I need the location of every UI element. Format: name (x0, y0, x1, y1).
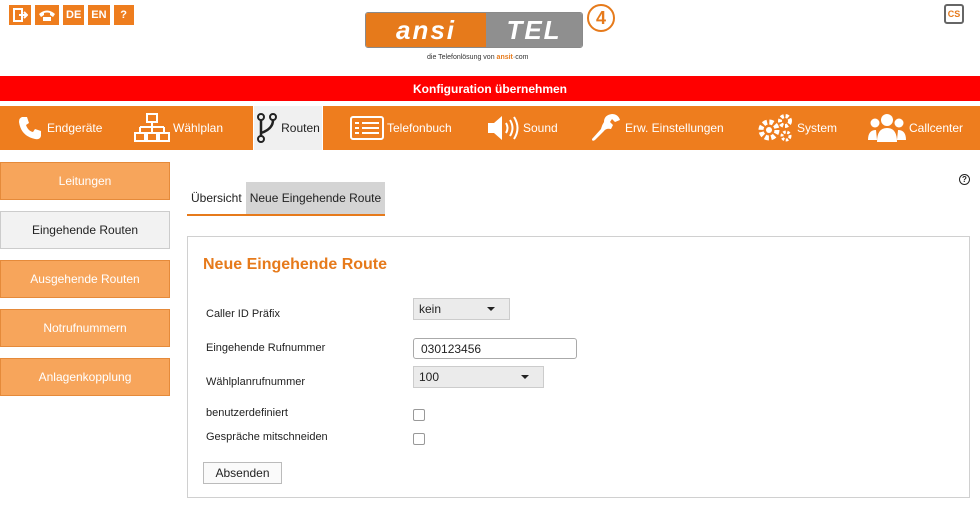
logo-tel: TEL (486, 13, 582, 47)
sidebar-item-ausgehende-routen[interactable]: Ausgehende Routen (0, 260, 170, 298)
sidebar-item-notrufnummern[interactable]: Notrufnummern (0, 309, 170, 347)
logo-version: 4 (587, 4, 615, 32)
nav-label: System (797, 121, 838, 135)
logo-tagline-prefix: die Telefonlösung von (427, 54, 495, 61)
route-form: Neue Eingehende Route Caller ID Präfix k… (187, 236, 970, 498)
cs-icon[interactable]: CS (944, 4, 964, 24)
speaker-icon (488, 116, 519, 140)
record-label: Gespräche mitschneiden (206, 431, 328, 443)
ansitel-logo: ansi TEL 4 die Telefonlösung von ansit·c… (365, 2, 625, 68)
users-icon (868, 114, 906, 142)
nav-item-erw-einstellungen[interactable]: Erw. Einstellungen (590, 106, 724, 150)
nav-item-telefonbuch[interactable]: Telefonbuch (350, 106, 452, 150)
custom-label: benutzerdefiniert (206, 407, 288, 419)
nav-item-sound[interactable]: Sound (486, 106, 558, 150)
gears-icon (758, 114, 792, 142)
logout-icon[interactable] (9, 5, 31, 25)
dialplan-select[interactable]: 100 (413, 366, 544, 388)
main-nav: Endgeräte Wählplan Routen Telefonbuch So… (0, 106, 980, 150)
tab-uebersicht[interactable]: Übersicht (187, 182, 246, 214)
sitemap-icon (134, 113, 170, 142)
phone-icon (19, 117, 41, 140)
sidebar-item-anlagenkopplung[interactable]: Anlagenkopplung (0, 358, 170, 396)
caller-id-value: kein (419, 302, 442, 316)
nav-item-system[interactable]: System (756, 106, 837, 150)
phone-hangup-icon[interactable] (35, 5, 59, 25)
submit-button[interactable]: Absenden (203, 462, 282, 484)
logo-wordmark: ansi TEL (365, 12, 583, 48)
chevron-down-icon (521, 375, 529, 379)
nav-label: Wählplan (173, 121, 224, 135)
caller-id-select[interactable]: kein (413, 298, 510, 320)
custom-checkbox[interactable] (413, 409, 425, 421)
apply-config-banner[interactable]: Konfiguration übernehmen (0, 76, 980, 101)
nav-item-endgeraete[interactable]: Endgeräte (16, 106, 102, 150)
nav-label: Sound (523, 121, 558, 135)
routes-icon (257, 113, 278, 143)
logo-tagline: die Telefonlösung von ansit·com (427, 54, 529, 61)
lang-de-button[interactable]: DE (63, 5, 85, 25)
nav-label: Erw. Einstellungen (625, 121, 724, 135)
incoming-number-label: Eingehende Rufnummer (206, 342, 326, 354)
list-icon (350, 116, 384, 140)
record-checkbox[interactable] (413, 433, 425, 445)
nav-item-waehlplan[interactable]: Wählplan (134, 106, 223, 150)
nav-item-routen[interactable]: Routen (253, 106, 323, 150)
top-icon-bar: DE EN ? (9, 5, 134, 25)
form-title: Neue Eingehende Route (203, 256, 388, 273)
nav-label: Routen (281, 121, 320, 135)
dialplan-value: 100 (419, 370, 440, 384)
logo-tagline-suffix: com (515, 54, 529, 61)
dialplan-label: Wählplanrufnummer (206, 376, 306, 388)
nav-item-callcenter[interactable]: Callcenter (868, 106, 963, 150)
incoming-number-input[interactable] (413, 338, 577, 359)
sidebar-item-leitungen[interactable]: Leitungen (0, 162, 170, 200)
lang-en-button[interactable]: EN (88, 5, 110, 25)
logo-tagline-brand: ansit (496, 54, 513, 61)
tab-neue-eingehende-route[interactable]: Neue Eingehende Route (245, 182, 386, 214)
help-button[interactable]: ? (113, 5, 134, 25)
wrench-icon (592, 114, 620, 141)
chevron-down-icon (487, 307, 495, 311)
help-icon[interactable]: ? (959, 174, 970, 185)
page: DE EN ? ansi TEL 4 die Telefonlösung von… (0, 0, 980, 513)
nav-label: Telefonbuch (387, 121, 452, 135)
caller-id-label: Caller ID Präfix (206, 308, 280, 320)
nav-label: Callcenter (909, 121, 964, 135)
logo-ansi: ansi (366, 13, 486, 47)
nav-label: Endgeräte (47, 121, 103, 135)
sidebar-item-eingehende-routen[interactable]: Eingehende Routen (0, 211, 170, 249)
tab-bar: Übersicht Neue Eingehende Route (187, 182, 386, 216)
